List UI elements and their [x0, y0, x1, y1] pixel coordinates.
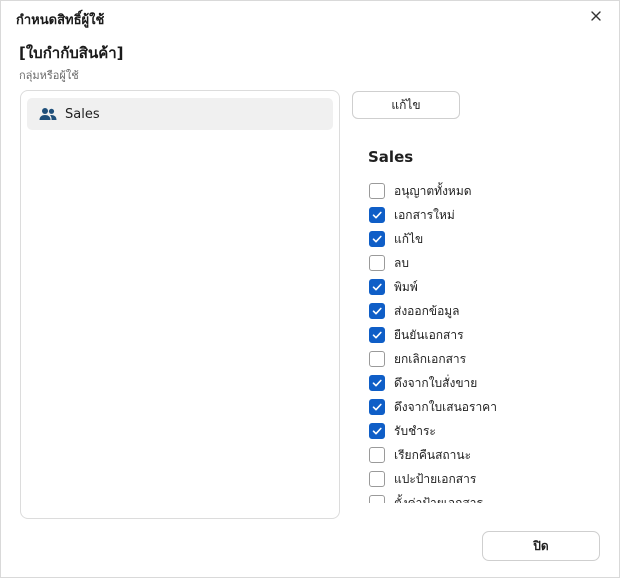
- permission-group-title: Sales: [368, 148, 414, 166]
- permission-item[interactable]: แปะป้ายเอกสาร: [369, 467, 549, 491]
- permission-label: ส่งออกข้อมูล: [394, 303, 460, 318]
- permissions-dialog: กำหนดสิทธิ์ผู้ใช้ [ใบกำกับสินค้า] กลุ่มห…: [0, 0, 620, 578]
- group-item-label: Sales: [65, 106, 100, 122]
- permission-checkbox[interactable]: [369, 399, 385, 415]
- permission-checkbox[interactable]: [369, 279, 385, 295]
- permission-checkbox[interactable]: [369, 423, 385, 439]
- permission-checkbox[interactable]: [369, 495, 385, 503]
- permission-checkbox[interactable]: [369, 375, 385, 391]
- groups-list: Sales: [20, 90, 340, 519]
- permission-label: ดึงจากใบสั่งขาย: [394, 375, 478, 390]
- permission-item[interactable]: ดึงจากใบสั่งขาย: [369, 371, 549, 395]
- permission-label: แก้ไข: [394, 231, 424, 246]
- permission-item[interactable]: ยกเลิกเอกสาร: [369, 347, 549, 371]
- check-icon: [372, 235, 382, 243]
- permission-item[interactable]: ลบ: [369, 251, 549, 275]
- check-icon: [372, 307, 382, 315]
- permission-checkbox[interactable]: [369, 303, 385, 319]
- groups-subtitle: กลุ่มหรือผู้ใช้: [19, 69, 79, 82]
- permission-item[interactable]: แก้ไข: [369, 227, 549, 251]
- check-icon: [372, 379, 382, 387]
- group-item-sales[interactable]: Sales: [27, 98, 333, 130]
- permission-checkbox[interactable]: [369, 207, 385, 223]
- users-icon: [39, 107, 57, 121]
- edit-button[interactable]: แก้ไข: [352, 91, 460, 119]
- permission-item[interactable]: ยืนยันเอกสาร: [369, 323, 549, 347]
- permission-label: ตั้งค่าป้ายเอกสาร: [394, 495, 483, 504]
- permission-label: แปะป้ายเอกสาร: [394, 471, 477, 486]
- permission-checkbox[interactable]: [369, 183, 385, 199]
- permission-checkbox[interactable]: [369, 351, 385, 367]
- permission-checkbox[interactable]: [369, 447, 385, 463]
- permission-label: ยืนยันเอกสาร: [394, 327, 464, 342]
- permission-label: รับชำระ: [394, 423, 436, 438]
- permission-item[interactable]: อนุญาตทั้งหมด: [369, 179, 549, 203]
- check-icon: [372, 331, 382, 339]
- permission-item[interactable]: เอกสารใหม่: [369, 203, 549, 227]
- check-icon: [372, 403, 382, 411]
- permission-label: พิมพ์: [394, 279, 418, 294]
- permission-checkbox[interactable]: [369, 471, 385, 487]
- close-icon[interactable]: [587, 7, 605, 25]
- permission-label: ยกเลิกเอกสาร: [394, 351, 467, 366]
- check-icon: [372, 427, 382, 435]
- check-icon: [372, 211, 382, 219]
- check-icon: [372, 283, 382, 291]
- permission-item[interactable]: เรียกคืนสถานะ: [369, 443, 549, 467]
- dialog-title: กำหนดสิทธิ์ผู้ใช้: [16, 13, 105, 28]
- permission-item[interactable]: ตั้งค่าป้ายเอกสาร: [369, 491, 549, 503]
- permission-item[interactable]: ส่งออกข้อมูล: [369, 299, 549, 323]
- permission-checkbox[interactable]: [369, 255, 385, 271]
- permission-label: ดึงจากใบเสนอราคา: [394, 399, 497, 414]
- permission-item[interactable]: ดึงจากใบเสนอราคา: [369, 395, 549, 419]
- permission-label: เรียกคืนสถานะ: [394, 447, 472, 462]
- permission-label: ลบ: [394, 255, 409, 270]
- permission-item[interactable]: รับชำระ: [369, 419, 549, 443]
- permission-checkbox[interactable]: [369, 327, 385, 343]
- permission-label: อนุญาตทั้งหมด: [394, 183, 472, 198]
- close-button[interactable]: ปิด: [482, 531, 600, 561]
- document-heading: [ใบกำกับสินค้า]: [19, 44, 124, 62]
- permission-checkbox[interactable]: [369, 231, 385, 247]
- permissions-list[interactable]: อนุญาตทั้งหมดเอกสารใหม่แก้ไขลบพิมพ์ส่งออ…: [369, 179, 549, 503]
- permission-item[interactable]: พิมพ์: [369, 275, 549, 299]
- permission-label: เอกสารใหม่: [394, 207, 455, 222]
